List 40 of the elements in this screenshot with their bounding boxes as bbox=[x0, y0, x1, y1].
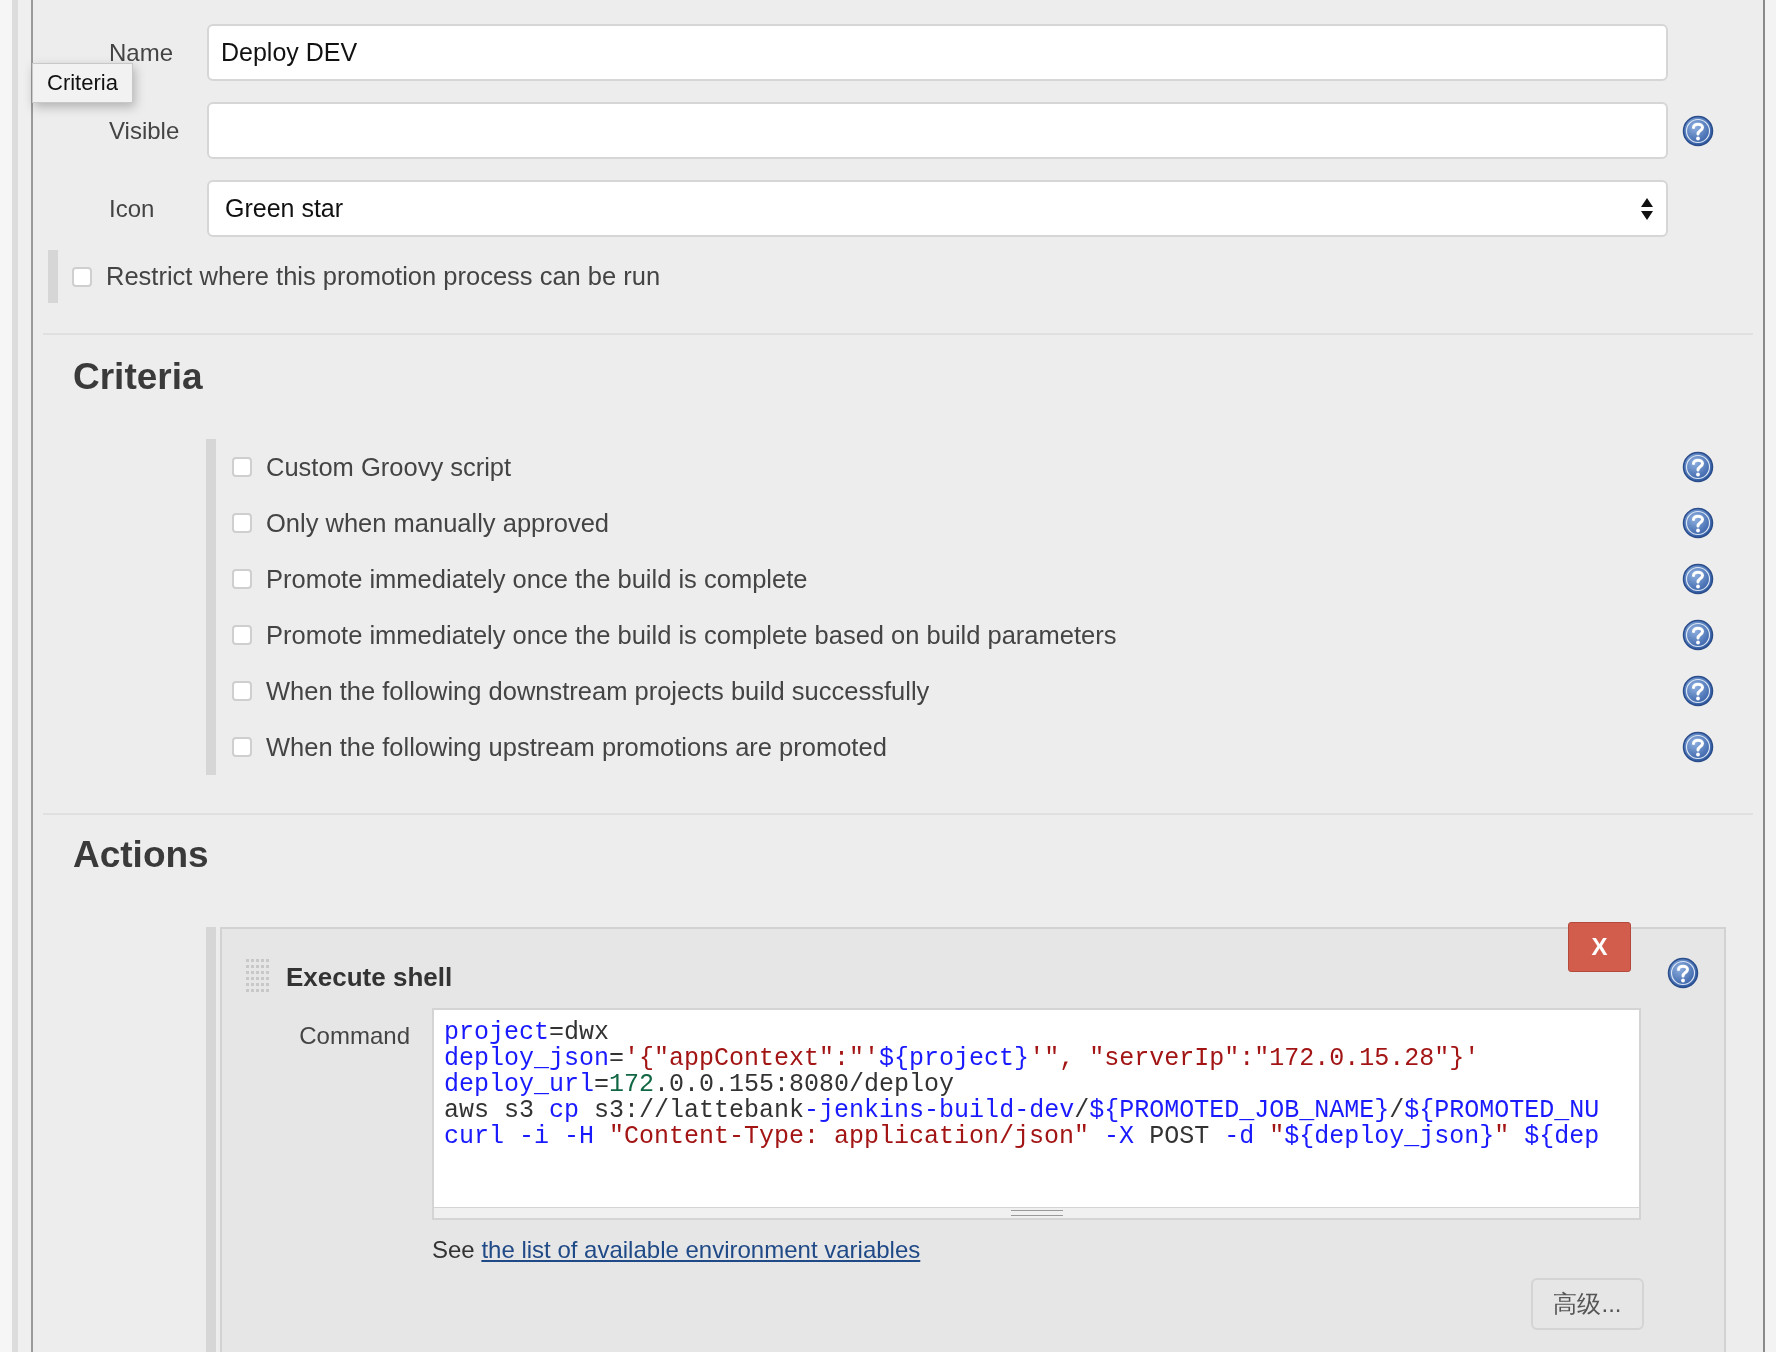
checkbox-label: Restrict where this promotion process can be run bbox=[106, 262, 661, 291]
help-icon[interactable] bbox=[1682, 675, 1714, 707]
delete-button[interactable]: X bbox=[1568, 922, 1631, 972]
drag-handle-icon[interactable] bbox=[246, 959, 270, 995]
updown-icon bbox=[1640, 196, 1654, 221]
step-title: Execute shell bbox=[286, 962, 453, 993]
checkbox-label: When the following upstream promotions are promoted bbox=[266, 732, 887, 762]
checkbox[interactable] bbox=[232, 625, 252, 645]
checkbox[interactable] bbox=[232, 513, 252, 533]
resize-handle-icon[interactable] bbox=[1010, 1210, 1063, 1216]
field-label: Visible bbox=[108, 116, 181, 145]
checkbox-label: Only when manually approved bbox=[266, 508, 610, 538]
text-field[interactable] bbox=[207, 102, 1668, 159]
help-icon[interactable] bbox=[1682, 114, 1714, 147]
checkbox-label: Promote immediately once the build is complete based on build parameters bbox=[266, 620, 1117, 650]
select-field[interactable]: Green star bbox=[207, 180, 1668, 237]
env-variables-link[interactable]: the list of available environment variables bbox=[481, 1236, 921, 1263]
advanced-button[interactable]: 高级... bbox=[1531, 1278, 1644, 1330]
checkbox-label: Promote immediately once the build is complete bbox=[266, 564, 808, 594]
text-field[interactable]: Deploy DEV bbox=[207, 24, 1668, 81]
code-editor[interactable]: project=dwx deploy_json='{"appContext":"'${project}'", "serverIp":"172.0.15.28"}' deploy_url=172.0.0.155:8080/deploy aws s3 cp s3://lattebank-jenkins-build-dev/${PROMOTED_JOB_NAME}/${PROMOTED_NU curl -i -H "Content-Type: application/json" -X POST -d "${deploy_json}" ${dep bbox=[432, 1008, 1641, 1220]
help-icon[interactable] bbox=[1682, 507, 1714, 539]
checkbox[interactable] bbox=[232, 569, 252, 589]
field-label: Icon bbox=[108, 194, 156, 223]
help-icon[interactable] bbox=[1682, 563, 1714, 595]
tooltip: Criteria bbox=[32, 63, 133, 103]
checkbox-label: When the following downstream projects build successfully bbox=[266, 676, 930, 706]
section-heading: Actions bbox=[73, 833, 210, 877]
help-text: See the list of available environment variables bbox=[432, 1236, 922, 1264]
section-heading: Criteria bbox=[73, 355, 204, 399]
help-icon[interactable] bbox=[1682, 451, 1714, 483]
help-icon[interactable] bbox=[1667, 957, 1699, 989]
checkbox[interactable] bbox=[232, 737, 252, 757]
checkbox[interactable] bbox=[72, 266, 92, 287]
checkbox-label: Custom Groovy script bbox=[266, 452, 512, 482]
checkbox[interactable] bbox=[232, 681, 252, 701]
help-icon[interactable] bbox=[1682, 619, 1714, 651]
checkbox[interactable] bbox=[232, 457, 252, 477]
field-label: Command bbox=[298, 1022, 411, 1050]
help-icon[interactable] bbox=[1682, 731, 1714, 763]
